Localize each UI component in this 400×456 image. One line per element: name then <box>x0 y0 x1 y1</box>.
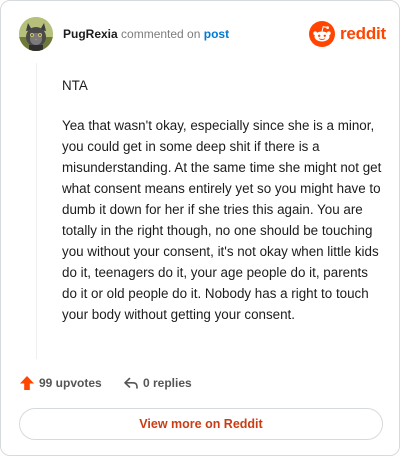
username-link[interactable]: PugRexia <box>63 27 118 41</box>
commented-on-text: commented on <box>121 27 201 41</box>
reddit-snoo-icon <box>309 21 335 47</box>
view-more-on-reddit-button[interactable]: View more on Reddit <box>19 408 383 440</box>
upvote-count: 99 upvotes <box>39 376 102 390</box>
upvote-arrow-icon <box>20 376 34 390</box>
thread-line[interactable] <box>36 63 37 359</box>
reddit-logo[interactable]: reddit <box>309 19 387 49</box>
reply-count: 0 replies <box>143 376 192 390</box>
reply-arrow-icon <box>124 377 138 389</box>
reddit-wordmark: reddit <box>340 24 387 43</box>
comment-header: PugRexia commented on post reddit <box>19 17 387 53</box>
comment-embed-card: PugRexia commented on post reddit NTA Ye… <box>0 0 400 456</box>
comment-paragraph: Yea that wasn't okay, especially since s… <box>62 118 382 322</box>
cat-avatar-icon[interactable] <box>19 17 53 51</box>
comment-paragraph: NTA <box>62 78 88 93</box>
comment-body: NTA Yea that wasn't okay, especially sin… <box>62 75 386 344</box>
post-link[interactable]: post <box>204 27 229 41</box>
comment-meta: PugRexia commented on post <box>63 27 229 41</box>
